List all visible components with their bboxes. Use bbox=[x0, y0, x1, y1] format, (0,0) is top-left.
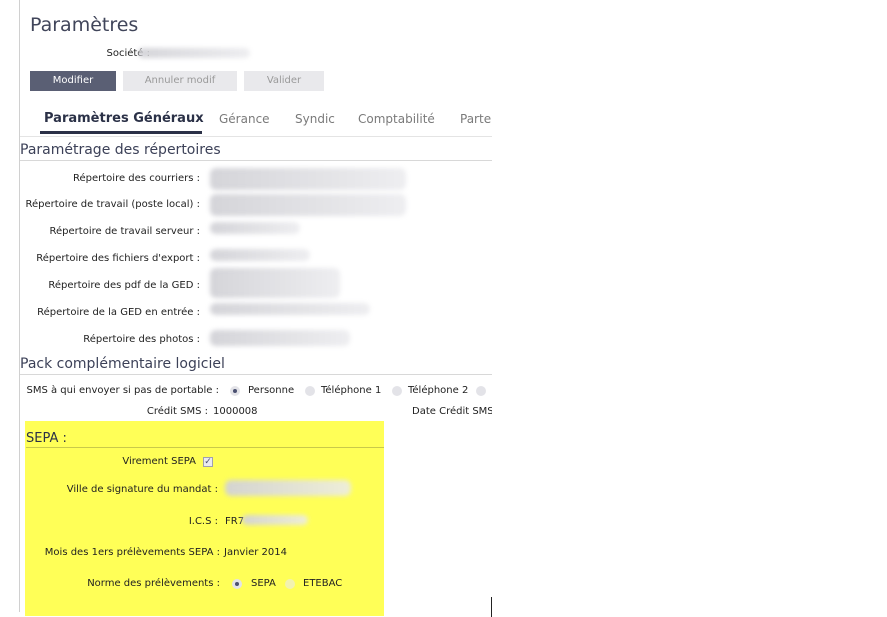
modify-button[interactable]: Modifier bbox=[30, 71, 116, 91]
sms-option-extra-radio[interactable] bbox=[476, 386, 486, 396]
virement-sepa-checkbox[interactable]: ✓ bbox=[203, 457, 213, 467]
dir-export-value[interactable] bbox=[210, 249, 310, 261]
debit-standard-label: Norme des prélèvements : bbox=[87, 578, 220, 589]
norme-sepa-label: SEPA bbox=[251, 578, 276, 589]
sms-credit-label: Crédit SMS : bbox=[146, 406, 208, 417]
directories-section-title: Paramétrage des répertoires bbox=[20, 142, 221, 158]
dir-travail-local-label: Répertoire de travail (poste local) : bbox=[25, 199, 200, 210]
text-cursor bbox=[491, 597, 492, 617]
tab-parametres-generaux[interactable]: Paramètres Généraux bbox=[44, 111, 204, 126]
cancel-modify-button[interactable]: Annuler modif bbox=[123, 71, 237, 91]
pack-section-title: Pack complémentaire logiciel bbox=[20, 356, 225, 372]
dir-ged-entree-value[interactable] bbox=[210, 303, 370, 315]
dir-ged-entree-label: Répertoire de la GED en entrée : bbox=[37, 307, 200, 318]
active-tab-indicator bbox=[40, 131, 202, 134]
validate-button[interactable]: Valider bbox=[244, 71, 324, 91]
pack-divider bbox=[20, 374, 492, 375]
norme-etebac-radio[interactable] bbox=[285, 579, 295, 589]
sms-option-telephone1-label: Téléphone 1 bbox=[321, 385, 382, 396]
dir-travail-local-value[interactable] bbox=[210, 194, 406, 216]
sms-option-personne-label: Personne bbox=[248, 385, 295, 396]
norme-etebac-label: ETEBAC bbox=[303, 578, 343, 589]
dir-courriers-label: Répertoire des courriers : bbox=[73, 173, 200, 184]
sms-credit-date-label: Date Crédit SMS bbox=[412, 406, 492, 417]
tab-partenaires[interactable]: Parte bbox=[460, 112, 491, 126]
ics-value-redacted bbox=[242, 515, 308, 525]
dir-travail-serveur-value[interactable] bbox=[210, 222, 300, 234]
sepa-divider bbox=[26, 447, 384, 448]
settings-panel: Paramètres Société : Modifier Annuler mo… bbox=[20, 0, 492, 617]
first-debit-month-value: Janvier 2014 bbox=[224, 547, 288, 558]
ics-label: I.C.S : bbox=[188, 516, 218, 527]
sms-option-personne-radio[interactable] bbox=[230, 386, 240, 396]
sms-option-telephone2-radio[interactable] bbox=[392, 386, 402, 396]
sms-option-telephone1-radio[interactable] bbox=[305, 386, 315, 396]
dir-travail-serveur-label: Répertoire de travail serveur : bbox=[49, 226, 200, 237]
first-debit-month-label: Mois des 1ers prélèvements SEPA : bbox=[44, 547, 220, 558]
dir-pdf-ged-label: Répertoire des pdf de la GED : bbox=[48, 280, 200, 291]
dir-export-label: Répertoire des fichiers d'export : bbox=[36, 253, 200, 264]
ville-signature-value[interactable] bbox=[225, 480, 351, 496]
page-title: Paramètres bbox=[30, 14, 139, 36]
dir-pdf-ged-value[interactable] bbox=[210, 268, 340, 298]
tab-syndic[interactable]: Syndic bbox=[295, 112, 335, 126]
company-value-redacted bbox=[138, 48, 250, 58]
tab-gerance[interactable]: Gérance bbox=[219, 112, 270, 126]
tab-comptabilite[interactable]: Comptabilité bbox=[358, 112, 435, 126]
sms-option-telephone2-label: Téléphone 2 bbox=[408, 385, 469, 396]
norme-sepa-radio[interactable] bbox=[232, 579, 242, 589]
sepa-section-title: SEPA : bbox=[26, 431, 67, 446]
dir-courriers-value[interactable] bbox=[210, 168, 406, 190]
tabs-divider bbox=[20, 136, 492, 137]
dir-photos-value[interactable] bbox=[210, 330, 350, 346]
ville-signature-label: Ville de signature du mandat : bbox=[66, 484, 218, 495]
sms-recipient-label: SMS à qui envoyer si pas de portable : bbox=[26, 385, 220, 396]
sms-credit-value: 1000008 bbox=[213, 406, 258, 417]
dir-photos-label: Répertoire des photos : bbox=[83, 334, 200, 345]
directories-divider bbox=[20, 160, 492, 161]
virement-sepa-label: Virement SEPA bbox=[122, 456, 196, 467]
